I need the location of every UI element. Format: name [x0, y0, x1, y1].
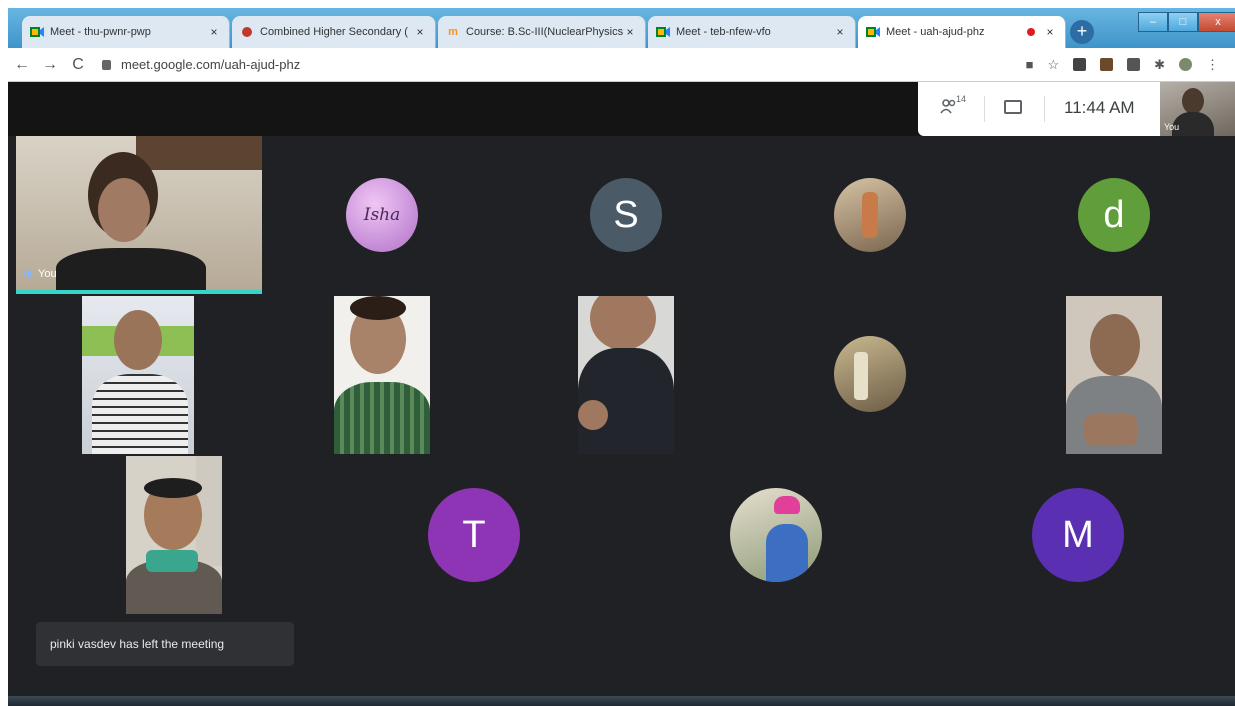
participant-avatar-photo[interactable]: [834, 178, 906, 252]
record-icon: [240, 26, 254, 38]
participant-video-tile[interactable]: [82, 296, 194, 454]
meeting-toast-notification: pinki vasdev has left the meeting: [36, 622, 294, 666]
url-text: meet.google.com/uah-ajud-phz: [121, 57, 301, 72]
participant-face: [98, 178, 150, 242]
participant-body: [56, 248, 206, 290]
tab-label: Meet - thu-pwnr-pwp: [50, 26, 151, 38]
tab-close-icon[interactable]: ×: [413, 25, 427, 39]
self-preview-thumbnail[interactable]: You: [1160, 82, 1235, 136]
bookmark-star-icon[interactable]: ☆: [1047, 57, 1059, 73]
participant-figure: [862, 192, 878, 238]
meet-icon: [30, 26, 44, 38]
self-tile-label: You: [38, 268, 57, 280]
participant-video-tile[interactable]: [126, 456, 222, 614]
recording-indicator-icon: [1027, 28, 1035, 36]
participant-head: [1182, 88, 1204, 114]
new-tab-button[interactable]: +: [1070, 20, 1094, 44]
extension-icon[interactable]: [1073, 58, 1087, 71]
tab-combined-higher-secondary[interactable]: Combined Higher Secondary ( ×: [232, 16, 436, 48]
reload-button[interactable]: C: [64, 56, 92, 74]
address-bar: ← → C meet.google.com/uah-ajud-phz ■ ☆ ✱…: [8, 48, 1235, 82]
participant-grid: You Isha S d T M: [8, 136, 1235, 616]
meet-info-panel: 14 11:44 AM You: [918, 82, 1235, 136]
participant-count: 14: [956, 94, 967, 104]
close-window-button[interactable]: x: [1198, 12, 1235, 32]
tab-label: Meet - teb-nfew-vfo: [676, 26, 771, 38]
url-field[interactable]: meet.google.com/uah-ajud-phz: [102, 57, 1026, 72]
forward-button[interactable]: →: [36, 56, 64, 74]
participant-avatar-d[interactable]: d: [1078, 178, 1150, 252]
participant-video-tile[interactable]: [1066, 296, 1162, 454]
tab-course-nuclear-physics[interactable]: m Course: B.Sc-III(NuclearPhysics) ×: [438, 16, 646, 48]
tab-close-icon[interactable]: ×: [833, 25, 847, 39]
tab-meet-2[interactable]: Meet - teb-nfew-vfo ×: [648, 16, 856, 48]
extension-icon[interactable]: [1127, 58, 1141, 71]
taskbar: [8, 696, 1235, 706]
participant-hair: [144, 478, 202, 498]
camera-permission-icon[interactable]: ■: [1026, 57, 1034, 72]
participant-avatar-s[interactable]: S: [590, 178, 662, 252]
participant-avatar-photo[interactable]: [730, 488, 822, 582]
maximize-button[interactable]: □: [1168, 12, 1198, 32]
participant-hand: [578, 400, 608, 430]
participant-avatar-m[interactable]: M: [1032, 488, 1124, 582]
browser-tab-bar: Meet - thu-pwnr-pwp × Combined Higher Se…: [8, 8, 1235, 48]
participant-head: [1090, 314, 1140, 376]
back-button[interactable]: ←: [8, 56, 36, 74]
tab-label: Meet - uah-ajud-phz: [886, 26, 985, 38]
meet-icon: [656, 26, 670, 38]
profile-avatar[interactable]: [1179, 58, 1192, 71]
self-video-tile[interactable]: You: [16, 136, 262, 294]
meeting-clock: 11:44 AM: [1064, 98, 1135, 117]
mic-active-icon: [24, 270, 34, 278]
participant-hair: [350, 296, 406, 320]
participant-avatar-isha[interactable]: Isha: [346, 178, 418, 252]
wall-frame: [136, 136, 262, 170]
participant-body: [92, 374, 188, 454]
participant-head: [590, 296, 656, 350]
participant-body: [334, 382, 430, 454]
extension-icon[interactable]: [1100, 58, 1114, 71]
tab-label: Combined Higher Secondary (: [260, 26, 408, 38]
participant-avatar-photo[interactable]: [834, 336, 906, 412]
participant-head: [114, 310, 162, 370]
divider: [984, 96, 985, 122]
participant-hands: [1084, 414, 1138, 446]
divider: [1044, 96, 1045, 122]
tab-meet-active[interactable]: Meet - uah-ajud-phz ×: [858, 16, 1066, 48]
tab-meet-1[interactable]: Meet - thu-pwnr-pwp ×: [22, 16, 230, 48]
screen-frame: Meet - thu-pwnr-pwp × Combined Higher Se…: [8, 8, 1235, 706]
tab-close-icon[interactable]: ×: [207, 25, 221, 39]
participant-figure: [766, 524, 808, 582]
participant-video-tile[interactable]: [334, 296, 430, 454]
lock-icon: [102, 59, 111, 70]
meet-area: 14 11:44 AM You You Isha S d T M pinki v…: [8, 82, 1235, 696]
meet-icon: [866, 26, 880, 38]
participant-turban: [774, 496, 800, 514]
moodle-icon: m: [448, 26, 458, 38]
participant-mask: [146, 550, 198, 572]
minimize-button[interactable]: –: [1138, 12, 1168, 32]
browser-menu-icon[interactable]: ⋮: [1206, 57, 1219, 73]
self-thumb-label: You: [1164, 122, 1180, 132]
chat-icon[interactable]: [1004, 100, 1022, 114]
tab-label: Course: B.Sc-III(NuclearPhysics): [466, 26, 623, 38]
tab-close-icon[interactable]: ×: [623, 25, 637, 39]
participant-video-tile[interactable]: [578, 296, 674, 454]
puzzle-extensions-icon[interactable]: ✱: [1154, 57, 1165, 73]
tab-close-icon[interactable]: ×: [1043, 25, 1057, 39]
participant-figure: [854, 352, 868, 400]
participant-avatar-t[interactable]: T: [428, 488, 520, 582]
